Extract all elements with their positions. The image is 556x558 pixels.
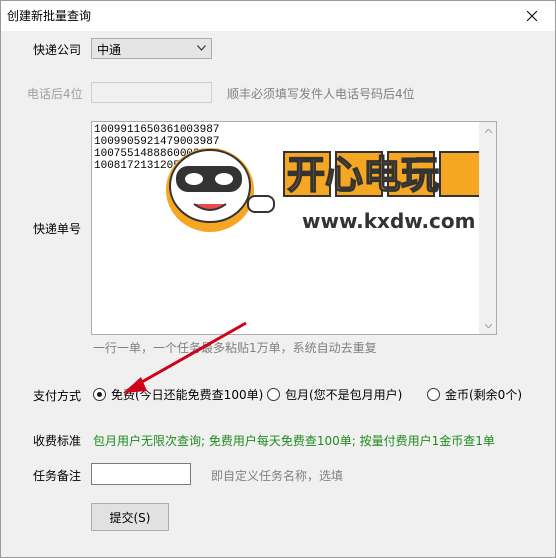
window-title: 创建新批量查询 [7,9,92,23]
mascot-icon [166,148,275,232]
payment-label: 支付方式 [33,389,82,403]
title-bar: 创建新批量查询 [1,1,555,31]
chevron-down-icon [197,45,206,51]
radio-unchecked-icon [267,388,280,401]
submit-button[interactable]: 提交(S) [91,503,169,531]
fee-label: 收费标准 [33,434,82,448]
scroll-up-button[interactable] [480,122,496,139]
numbers-textarea[interactable]: 1009911650361003987 1009905921479003987 … [91,121,497,335]
radio-checked-icon [93,388,106,401]
payment-free-label: 免费(今日还能免费查100单) [111,388,264,402]
note-hint: 即自定义任务名称，选填 [211,469,344,483]
scroll-down-button[interactable] [480,317,496,334]
payment-coins-radio[interactable]: 金币(剩余0个) [427,386,522,403]
watermark-site: www.kxdw.com [302,209,476,233]
payment-monthly-radio[interactable]: 包月(您不是包月用户) [267,386,402,403]
phone-label: 电话后4位 [27,87,83,101]
fee-text: 包月用户无限次查询; 免费用户每天免费查100单; 按量付费用户1金币查1单 [93,434,495,448]
company-select[interactable]: 中通 [91,38,212,59]
phone-hint: 顺丰必须填写发件人电话号码后4位 [227,87,415,101]
note-label: 任务备注 [33,469,82,483]
numbers-label: 快递单号 [33,222,82,236]
close-button[interactable] [509,1,555,31]
payment-free-radio[interactable]: 免费(今日还能免费查100单) [93,386,263,403]
close-icon [527,11,537,21]
radio-unchecked-icon [427,388,440,401]
dialog-body: 快递公司 中通 电话后4位 顺丰必须填写发件人电话号码后4位 快递单号 1009… [1,31,555,557]
watermark-logo: 开心电玩 www.kxdw.com [166,148,487,233]
phone-input[interactable] [91,82,212,103]
chevron-down-icon [485,323,492,328]
numbers-hint: 一行一单，一个任务最多粘贴1万单，系统自动去重复 [93,341,377,355]
payment-coins-label: 金币(剩余0个) [445,388,522,402]
company-label: 快递公司 [33,43,82,57]
chevron-up-icon [485,128,492,133]
company-select-value: 中通 [97,43,122,57]
dialog-window: 创建新批量查询 快递公司 中通 电话后4位 顺丰必须填写发件人电话号码后4位 快… [0,0,556,558]
payment-monthly-label: 包月(您不是包月用户) [285,388,403,402]
note-input[interactable] [91,463,191,485]
watermark-brand: 开心电玩 [287,153,439,197]
vertical-scrollbar[interactable] [479,122,496,334]
